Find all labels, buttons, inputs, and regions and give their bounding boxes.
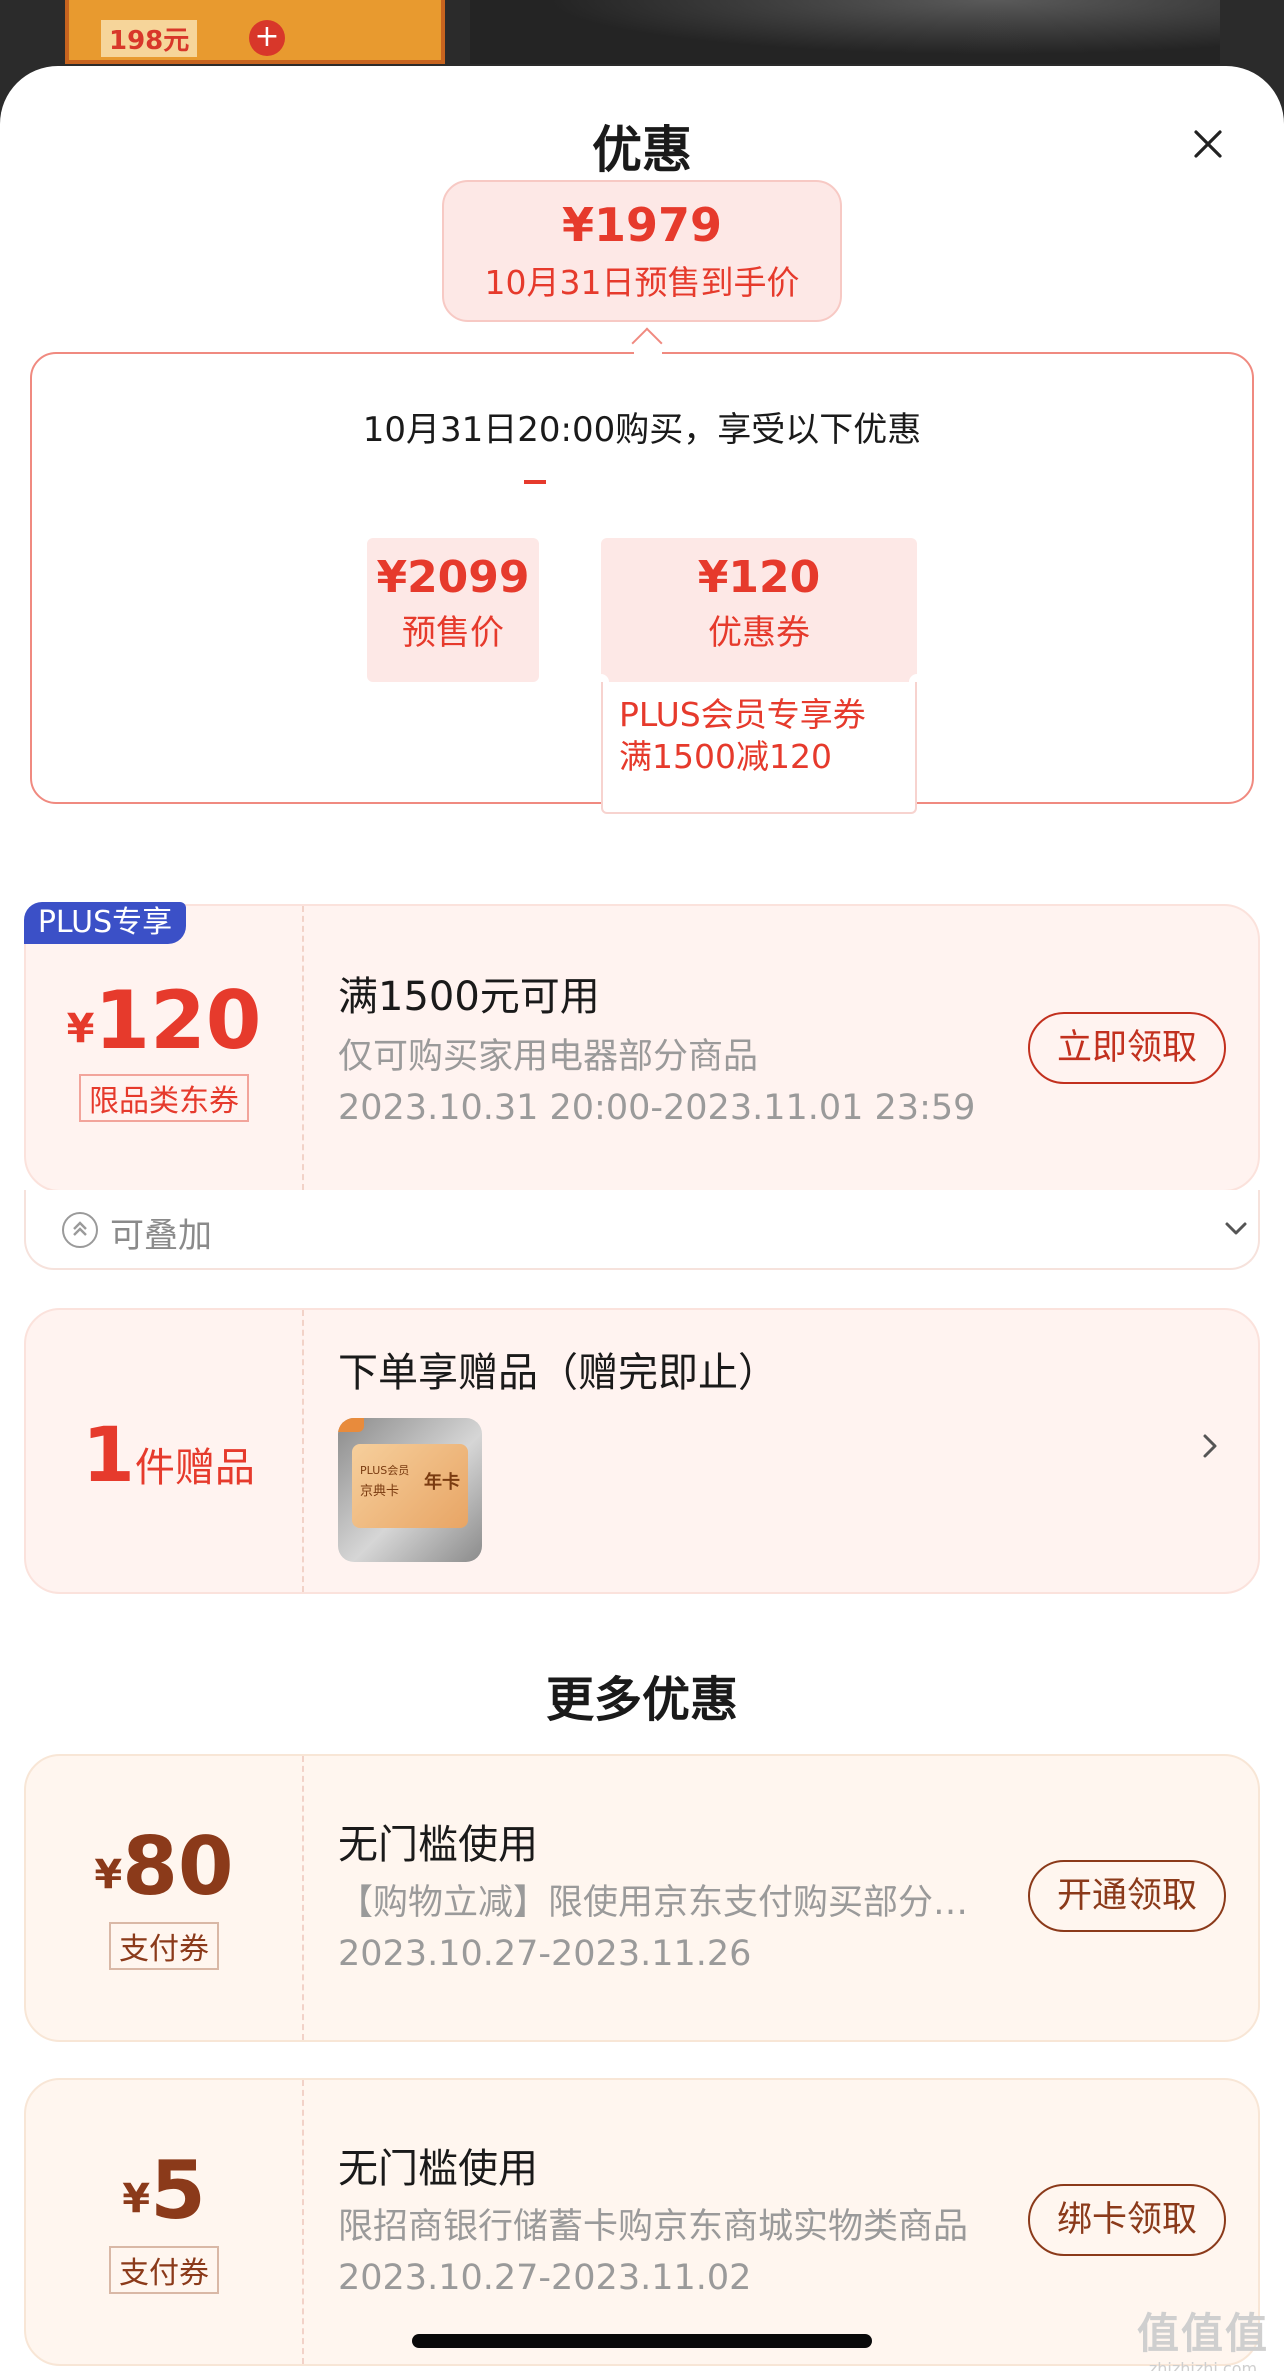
chevron-down-icon[interactable] (1222, 1214, 1250, 1242)
amount-number: 80 (122, 1820, 234, 1913)
coupon-date: 2023.10.27-2023.11.02 (338, 2258, 752, 2298)
activate-claim-button[interactable]: 开通领取 (1028, 1860, 1226, 1932)
coupon-amount-section: ¥5 支付券 (26, 2080, 304, 2364)
coupon-title: 无门槛使用 (338, 2146, 538, 2192)
amount-number: 120 (94, 974, 262, 1067)
gift-corner-tag (338, 1418, 364, 1432)
coupon-type-tag: 限品类东券 (79, 1074, 249, 1122)
gift-card-year: 年卡 (424, 1472, 460, 1493)
more-discounts-title: 更多优惠 (545, 1672, 738, 1728)
currency-symbol: ¥ (94, 1852, 123, 1898)
coupon-price-card: ¥120 优惠券 (601, 538, 917, 682)
sheet-title: 优惠 (592, 121, 692, 179)
coupon-note-line1: PLUS会员专享券 (619, 695, 866, 734)
home-indicator[interactable] (412, 2334, 872, 2348)
plus-annual-card-image: PLUS会员 京典卡 年卡 (352, 1444, 468, 1528)
final-price-bubble: ¥1979 10月31日预售到手价 (442, 180, 842, 322)
stack-icon (62, 1212, 98, 1248)
coupon-type-tag: 支付券 (109, 2246, 219, 2294)
watermark: 值值值 zhizhizhi.com (1128, 2300, 1278, 2371)
minus-sign (524, 480, 546, 484)
final-price-label: 10月31日预售到手价 (484, 263, 800, 302)
stackable-label: 可叠加 (110, 1216, 212, 1256)
watermark-logo: 值值值 (1136, 2309, 1269, 2358)
watermark-url: zhizhizhi.com (1148, 2359, 1258, 2371)
breakdown-subtitle: 10月31日20:00购买，享受以下优惠 (362, 410, 922, 450)
pointer-cover (634, 352, 662, 358)
coupon-value: ¥120 (697, 552, 821, 603)
coupon-title: 无门槛使用 (338, 1822, 538, 1868)
gift-count: 1件赠品 (82, 1410, 255, 1499)
coupon-date: 2023.10.27-2023.11.26 (338, 1934, 752, 1974)
claim-now-button[interactable]: 立即领取 (1028, 1012, 1226, 1084)
presale-price-card: ¥2099 预售价 (367, 538, 539, 682)
amount-number: 5 (150, 2144, 206, 2237)
gift-count-label: 件赠品 (134, 1445, 255, 1491)
gift-card-line2: 京典卡 (360, 1484, 400, 1499)
gift-thumbnail[interactable]: PLUS会员 京典卡 年卡 (338, 1418, 482, 1562)
coupon-card-5: ¥5 支付券 无门槛使用 限招商银行储蓄卡购京东商城实物类商品 2023.10.… (24, 2078, 1260, 2366)
plus-icon: + (249, 20, 285, 56)
stackable-row[interactable]: 可叠加 (24, 1190, 1260, 1270)
coupon-desc: 仅可购买家用电器部分商品 (338, 1037, 759, 1077)
product-image (470, 0, 1220, 64)
coupon-amount-section: ¥80 支付券 (26, 1756, 304, 2040)
coupon-type-tag: 支付券 (109, 1922, 219, 1970)
banner-price: 198元 (101, 20, 198, 57)
coupon-note: PLUS会员专享券 满1500减120 (601, 682, 917, 814)
gift-count-number: 1 (82, 1410, 135, 1499)
bind-card-claim-button[interactable]: 绑卡领取 (1028, 2184, 1226, 2256)
currency-symbol: ¥ (66, 1006, 95, 1052)
coupon-desc: 限招商银行储蓄卡购京东商城实物类商品 (338, 2207, 969, 2247)
coupon-amount: ¥5 (26, 2144, 302, 2237)
coupon-note-line2: 满1500减120 (619, 737, 832, 776)
coupon-date: 2023.10.31 20:00-2023.11.01 23:59 (338, 1088, 976, 1128)
currency-symbol: ¥ (122, 2176, 151, 2222)
final-price: ¥1979 (561, 198, 723, 252)
presale-price: ¥2099 (376, 552, 530, 603)
gift-count-section: 1件赠品 (26, 1310, 304, 1592)
gift-card[interactable]: 1件赠品 下单享赠品（赠完即止） PLUS会员 京典卡 年卡 (24, 1308, 1260, 1594)
coupon-amount-section: ¥120 限品类东券 (26, 906, 304, 1190)
gift-card-line1: PLUS会员 (360, 1464, 410, 1477)
presale-label: 预售价 (402, 613, 504, 653)
coupon-amount: ¥80 (26, 1820, 302, 1913)
gift-title: 下单享赠品（赠完即止） (338, 1350, 778, 1396)
plus-coupon-card: ¥120 限品类东券 满1500元可用 仅可购买家用电器部分商品 2023.10… (24, 904, 1260, 1192)
promo-banner: 198元 + (65, 0, 445, 64)
coupon-label: 优惠券 (708, 613, 810, 653)
coupon-desc: 【购物立减】限使用京东支付购买部分商品 (338, 1883, 988, 1923)
plus-badge: PLUS专享 (24, 902, 186, 944)
coupon-amount: ¥120 (26, 974, 302, 1067)
coupon-card-80: ¥80 支付券 无门槛使用 【购物立减】限使用京东支付购买部分商品 2023.1… (24, 1754, 1260, 2042)
coupon-title: 满1500元可用 (338, 974, 600, 1020)
chevron-right-icon[interactable] (1198, 1430, 1222, 1462)
close-icon[interactable] (1188, 124, 1228, 164)
